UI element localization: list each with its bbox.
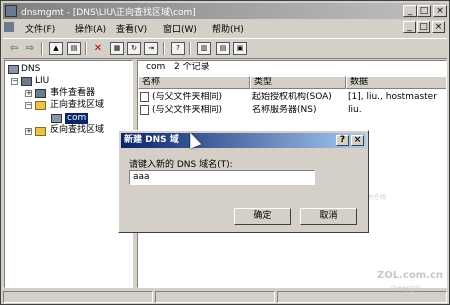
event-viewer-icon: [35, 89, 46, 98]
record-icon: [140, 105, 149, 115]
dns-icon: [8, 65, 19, 74]
column-header-name[interactable]: 名称: [138, 76, 250, 89]
row-type[interactable]: 起始授权机构(SOA): [252, 92, 344, 103]
tree-node-liu[interactable]: LIU: [35, 76, 49, 87]
watermark-logo: ZOL.com.cn: [377, 270, 443, 281]
record2-icon[interactable]: ▣: [233, 42, 247, 55]
title-bar[interactable]: dnsmgmt - [DNS\LIU\正向查找区域\com] _ □ ×: [3, 3, 447, 19]
up-folder-icon[interactable]: ▲: [49, 42, 63, 55]
expand-icon[interactable]: +: [25, 128, 32, 135]
tree-node-com[interactable]: com: [65, 113, 89, 124]
minimize-button[interactable]: _: [403, 5, 417, 17]
domain-name-input[interactable]: aaa: [129, 170, 315, 185]
column-header-type[interactable]: 类型: [250, 76, 346, 89]
folder-open-icon: [35, 101, 46, 110]
delete-icon[interactable]: ✕: [91, 42, 105, 55]
show-tree-icon[interactable]: ▤: [67, 42, 81, 55]
row-name[interactable]: (与父文件夹相同): [152, 105, 248, 116]
menu-help[interactable]: 帮助(H): [212, 22, 244, 35]
toolbar: ⇦ ⇨ ▲ ▤ ✕ ▦ ↻ ⇥ ? ▥ ▤ ▣: [3, 38, 447, 59]
menu-window[interactable]: 窗口(W): [163, 22, 197, 35]
tree-node-reverse-zones[interactable]: 反向查找区域: [50, 125, 104, 136]
restore-button[interactable]: □: [417, 5, 431, 17]
window-title: dnsmgmt - [DNS\LIU\正向查找区域\com]: [21, 8, 196, 18]
mdi-close-button[interactable]: ×: [432, 21, 445, 33]
toolbar-separator: [85, 42, 87, 55]
status-bar: [3, 290, 447, 304]
row-data[interactable]: liu.: [348, 105, 446, 116]
server-icon: [21, 77, 32, 86]
zone-icon: [51, 114, 62, 123]
mdi-minimize-button[interactable]: _: [403, 21, 416, 33]
dialog-title: 新建 DNS 域: [124, 135, 179, 145]
refresh-icon[interactable]: ↻: [127, 42, 141, 55]
collapse-icon[interactable]: −: [25, 102, 32, 109]
mdi-child-icon[interactable]: [4, 22, 14, 32]
toolbar-separator: [41, 42, 43, 55]
row-name[interactable]: (与父文件夹相同): [152, 92, 248, 103]
folder-icon: [35, 127, 46, 136]
expand-icon[interactable]: +: [25, 90, 32, 97]
ok-button[interactable]: 确定: [234, 208, 291, 225]
help-button[interactable]: ?: [336, 135, 349, 146]
record-count: 2 个记录: [174, 62, 210, 72]
breadcrumb: com: [146, 62, 166, 72]
new-dns-domain-dialog: 新建 DNS 域 ? × 请键入新的 DNS 域名(T): aaa 确定 取消: [118, 130, 369, 233]
mmc-window: dnsmgmt - [DNS\LIU\正向查找区域\com] _ □ × 文件(…: [0, 0, 450, 305]
row-type[interactable]: 名称服务器(NS): [252, 105, 344, 116]
forward-icon[interactable]: ⇨: [23, 42, 37, 55]
column-header-data[interactable]: 数据: [346, 76, 446, 89]
help-icon[interactable]: ?: [171, 42, 185, 55]
menu-action[interactable]: 操作(A): [75, 22, 106, 35]
record-icon: [140, 92, 149, 102]
menu-view[interactable]: 查看(V): [116, 22, 147, 35]
menu-file[interactable]: 文件(F): [25, 22, 55, 35]
dialog-title-bar[interactable]: 新建 DNS 域 ? ×: [121, 133, 366, 148]
toolbar-separator: [189, 42, 191, 55]
server-icon[interactable]: ▥: [197, 42, 211, 55]
cancel-button[interactable]: 取消: [300, 208, 357, 225]
collapse-icon[interactable]: −: [11, 78, 18, 85]
tree-node-forward-zones[interactable]: 正向查找区域: [50, 100, 104, 111]
tree-node-dns[interactable]: DNS: [21, 64, 40, 75]
properties-icon[interactable]: ▦: [110, 42, 124, 55]
back-icon[interactable]: ⇦: [7, 42, 21, 55]
record-icon[interactable]: ▤: [216, 42, 230, 55]
console-tree[interactable]: DNS − LIU + 事件查看器 − 正向查找区域 com + 反向查找区域: [4, 60, 133, 288]
close-button[interactable]: ×: [433, 5, 447, 17]
export-icon[interactable]: ⇥: [144, 42, 158, 55]
mdi-restore-button[interactable]: □: [417, 21, 430, 33]
status-cell: [277, 291, 447, 303]
toolbar-separator: [163, 42, 165, 55]
menu-bar: 文件(F) 操作(A) 查看(V) 窗口(W) 帮助(H) _ □ ×: [3, 20, 447, 37]
tree-node-event-viewer[interactable]: 事件查看器: [50, 88, 95, 99]
domain-name-label: 请键入新的 DNS 域名(T):: [129, 160, 233, 170]
status-cell: [3, 291, 153, 303]
status-cell: [155, 291, 275, 303]
dialog-close-button[interactable]: ×: [351, 135, 364, 146]
row-data[interactable]: [1], liu., hostmaster: [348, 92, 446, 103]
app-icon: [5, 5, 17, 17]
watermark-sub: 中关村在线: [391, 286, 422, 293]
